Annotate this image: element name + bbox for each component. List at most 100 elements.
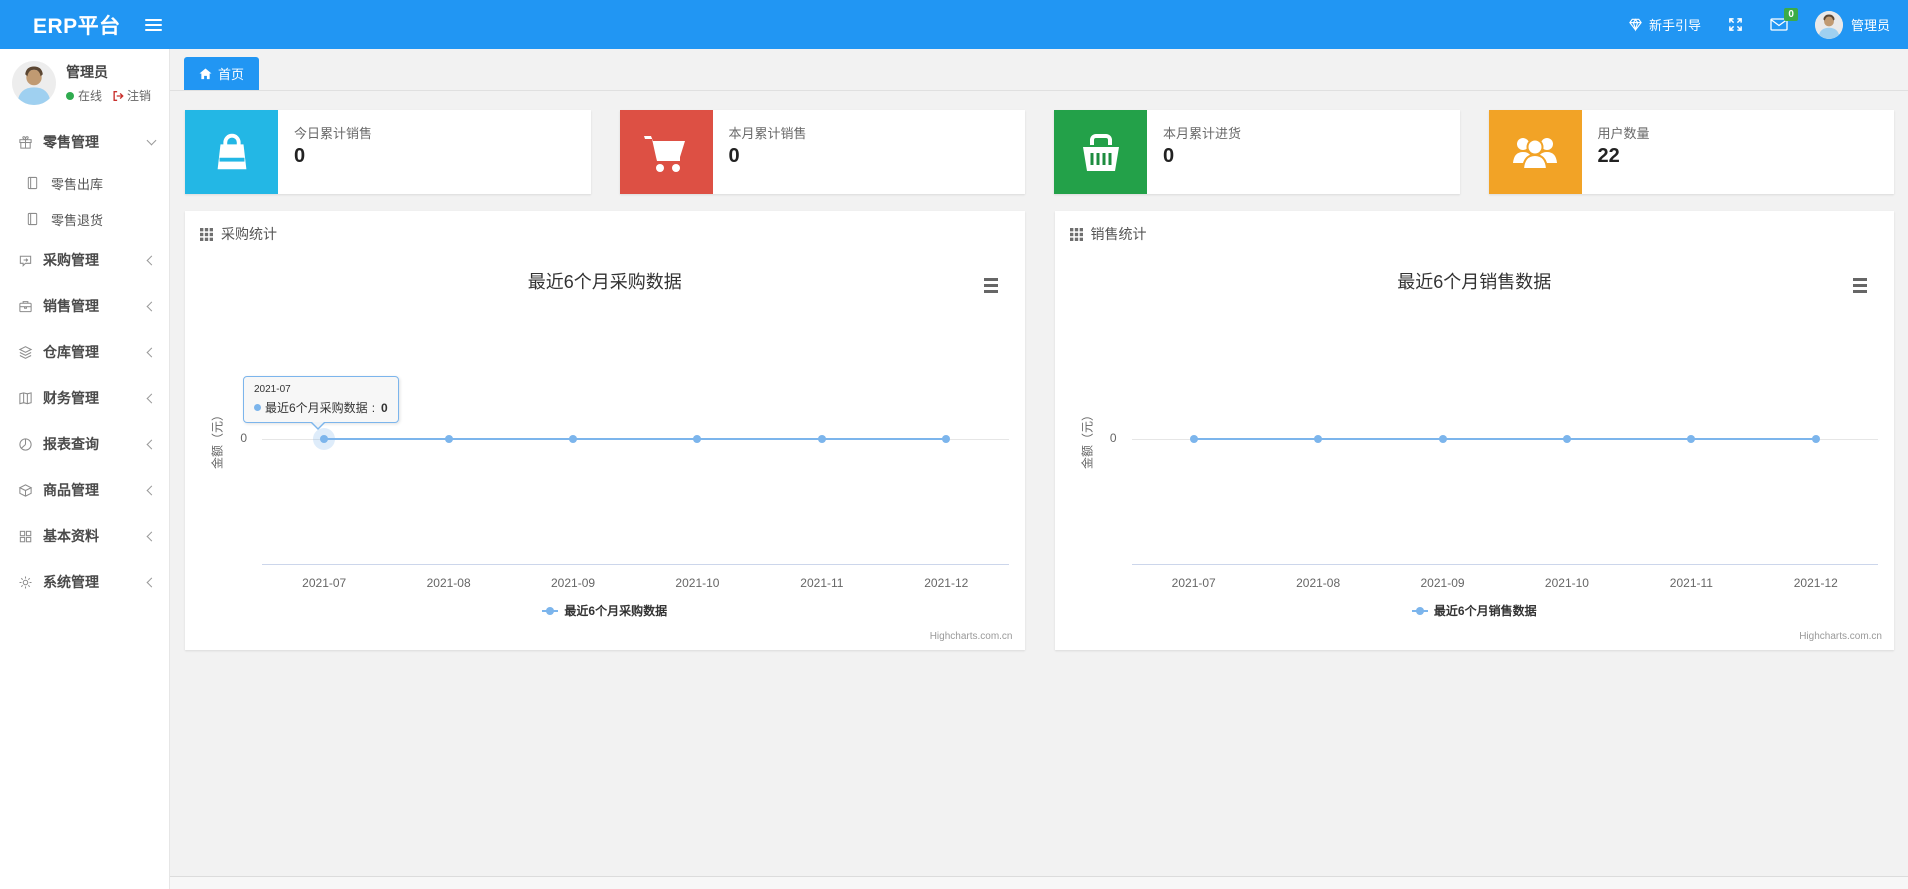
book-icon (18, 390, 34, 406)
pie-chart-icon (18, 436, 34, 452)
stat-card-value: 0 (294, 145, 306, 167)
tab-home-label: 首页 (218, 67, 245, 82)
sidebar-item-label: 采购管理 (43, 252, 99, 268)
sidebar-item-retail-return[interactable]: 零售退货 (0, 201, 169, 237)
avatar (12, 61, 56, 105)
legend-marker-icon (1411, 606, 1428, 615)
data-point[interactable] (942, 435, 951, 443)
data-point[interactable] (693, 435, 702, 443)
sidebar-item-label: 商品管理 (43, 482, 99, 498)
sidebar-item-label: 销售管理 (43, 298, 99, 314)
sidebar-item-report-query[interactable]: 报表查询 (0, 421, 169, 467)
x-axis-line (1131, 564, 1878, 565)
sidebar-item-label: 基本资料 (43, 528, 99, 544)
data-point[interactable] (817, 435, 826, 443)
sidebar-item-purchase-management[interactable]: 采购管理 (0, 237, 169, 283)
sidebar-item-system-management[interactable]: 系统管理 (0, 559, 169, 605)
sidebar-item-label: 报表查询 (43, 436, 99, 452)
sidebar-item-label: 仓库管理 (43, 344, 99, 360)
tooltip-separator: : (371, 400, 376, 415)
data-point[interactable] (444, 435, 453, 443)
legend-item[interactable]: 最近6个月销售数据 (1411, 602, 1537, 619)
sidebar-toggle-button[interactable] (144, 18, 162, 31)
chevron-left-icon (146, 485, 157, 495)
sidebar-menu: 零售管理 零售出库 零售退货 采购管理 销售管理 仓库管理 财务管理 报表查询 … (0, 119, 169, 605)
x-axis-tick-label: 2021-09 (551, 576, 596, 590)
panel-title: 销售统计 (1090, 226, 1147, 242)
y-axis-tick-label: 0 (240, 431, 247, 445)
chart-legend: 最近6个月销售数据 (1055, 602, 1895, 619)
stat-card-month-purchase: 本月累计进货 0 (1054, 110, 1460, 194)
plot-area (1132, 250, 1879, 564)
x-axis-tick-label: 2021-10 (1544, 576, 1589, 590)
briefcase-icon (18, 298, 34, 314)
chart-tooltip: 2021-07 最近6个月采购数据: 0 (243, 376, 399, 430)
sidebar-item-goods-management[interactable]: 商品管理 (0, 467, 169, 513)
series-marker-icon (254, 404, 261, 411)
x-axis-tick-label: 2021-12 (924, 576, 969, 590)
data-point[interactable] (320, 435, 329, 443)
x-axis-tick-label: 2021-11 (800, 576, 844, 590)
x-axis-tick-label: 2021-11 (1669, 576, 1713, 590)
sidebar-item-label: 零售管理 (43, 134, 99, 150)
guide-link[interactable]: 新手引导 (1628, 15, 1701, 34)
page-footer (170, 876, 1908, 889)
y-axis-tick-label: 0 (1109, 431, 1117, 445)
data-point[interactable] (1189, 435, 1198, 443)
chevron-left-icon (146, 577, 157, 587)
box-icon (18, 482, 34, 498)
stat-card-label: 本月累计进货 (1163, 126, 1242, 141)
guide-label: 新手引导 (1648, 18, 1701, 33)
tooltip-header: 2021-07 (254, 384, 291, 395)
x-axis-labels: 2021-07 2021-08 2021-09 2021-10 2021-11 2021-… (262, 576, 1009, 592)
sidebar-item-warehouse-management[interactable]: 仓库管理 (0, 329, 169, 375)
sidebar-item-basic-data[interactable]: 基本资料 (0, 513, 169, 559)
breadcrumb: 首页 (170, 49, 1908, 91)
data-point[interactable] (1314, 435, 1323, 443)
avatar (1814, 10, 1843, 39)
highcharts-credit-link[interactable]: Highcharts.com.cn (930, 631, 1013, 642)
data-point[interactable] (1562, 435, 1571, 443)
sidebar-item-finance-management[interactable]: 财务管理 (0, 375, 169, 421)
file-icon (26, 175, 42, 191)
chevron-left-icon (146, 255, 157, 265)
logout-label: 注销 (127, 89, 152, 103)
stat-card-month-sales: 本月累计销售 0 (619, 110, 1025, 194)
logout-link[interactable]: 注销 (112, 87, 151, 104)
user-menu[interactable]: 管理员 (1814, 10, 1890, 39)
series-line (324, 438, 947, 440)
home-icon (199, 67, 212, 80)
legend-label: 最近6个月采购数据 (564, 604, 668, 618)
legend-label: 最近6个月销售数据 (1433, 604, 1537, 618)
data-point[interactable] (1687, 435, 1696, 443)
fullscreen-button[interactable] (1728, 17, 1743, 32)
stat-card-label: 用户数量 (1597, 126, 1650, 141)
sales-stats-panel: 销售统计 最近6个月销售数据 金额（元） 0 2021-07 2021-08 202… (1054, 211, 1895, 650)
x-axis-tick-label: 2021-10 (675, 576, 720, 590)
repeat-icon (18, 252, 34, 268)
th-grid-icon (200, 227, 213, 241)
sidebar-item-retail-outbound[interactable]: 零售出库 (0, 165, 169, 201)
x-axis-tick-label: 2021-09 (1420, 576, 1465, 590)
stat-card-user-count: 用户数量 22 (1488, 110, 1894, 194)
data-point[interactable] (569, 435, 578, 443)
logout-icon (112, 90, 124, 102)
top-navbar: ERP平台 新手引导 0 管理员 (0, 0, 1908, 49)
shopping-basket-icon (1054, 110, 1147, 194)
data-point[interactable] (1811, 435, 1820, 443)
highcharts-credit-link[interactable]: Highcharts.com.cn (1799, 631, 1882, 642)
file-icon (26, 211, 42, 227)
chevron-down-icon (146, 135, 157, 146)
sidebar-item-retail-management[interactable]: 零售管理 (0, 119, 169, 165)
shopping-cart-icon (619, 110, 713, 194)
chart-legend: 最近6个月采购数据 (185, 602, 1025, 619)
data-point[interactable] (1438, 435, 1447, 443)
purchase-chart: 最近6个月采购数据 金额（元） 0 2021-07 2021-08 2021-09 2… (185, 250, 1025, 648)
sidebar-item-label: 零售出库 (51, 176, 104, 192)
mail-button[interactable]: 0 (1770, 8, 1798, 32)
sidebar-item-sales-management[interactable]: 销售管理 (0, 283, 169, 329)
sales-chart: 最近6个月销售数据 金额（元） 0 2021-07 2021-08 2021-09 2… (1055, 250, 1895, 648)
legend-item[interactable]: 最近6个月采购数据 (542, 602, 667, 619)
tab-home[interactable]: 首页 (184, 57, 260, 90)
chevron-left-icon (146, 393, 157, 403)
